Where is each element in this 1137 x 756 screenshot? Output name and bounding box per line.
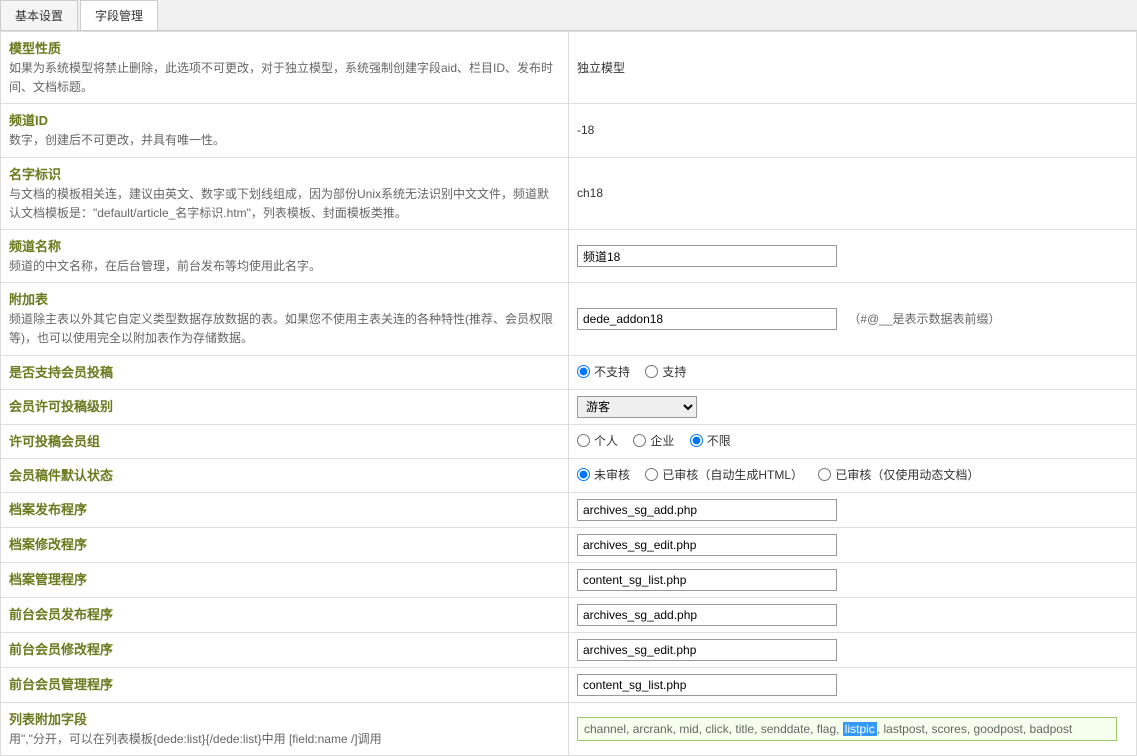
front-edit-title: 前台会员修改程序 — [9, 639, 560, 658]
archive-manage-input[interactable] — [577, 569, 837, 591]
name-id-title: 名字标识 — [9, 164, 560, 183]
group-unlimited-radio[interactable] — [690, 434, 703, 447]
member-post-no-radio[interactable] — [577, 365, 590, 378]
front-add-input[interactable] — [577, 604, 837, 626]
member-post-yes-radio[interactable] — [645, 365, 658, 378]
archive-edit-title: 档案修改程序 — [9, 534, 560, 553]
group-personal[interactable]: 个人 — [577, 432, 618, 449]
channel-name-title: 频道名称 — [9, 236, 560, 255]
group-personal-radio[interactable] — [577, 434, 590, 447]
member-group-title: 许可投稿会员组 — [9, 431, 560, 450]
addon-table-input[interactable] — [577, 308, 837, 330]
addon-table-desc: 频道除主表以外其它自定义类型数据存放数据的表。如果您不使用主表关连的各种特性(推… — [9, 310, 560, 348]
status-dynamic[interactable]: 已审核（仅使用动态文档） — [818, 466, 979, 483]
channel-id-desc: 数字，创建后不可更改，并具有唯一性。 — [9, 131, 560, 150]
group-unlimited[interactable]: 不限 — [690, 432, 731, 449]
name-id-desc: 与文档的模板相关连，建议由英文、数字或下划线组成，因为部份Unix系统无法识别中… — [9, 185, 560, 223]
channel-id-value: -18 — [569, 104, 1137, 157]
front-add-title: 前台会员发布程序 — [9, 604, 560, 623]
list-fields-title: 列表附加字段 — [9, 709, 560, 728]
group-enterprise-radio[interactable] — [633, 434, 646, 447]
tab-basic[interactable]: 基本设置 — [0, 0, 78, 30]
list-fields-desc: 用","分开，可以在列表模板{dede:list}{/dede:list}中用 … — [9, 730, 560, 749]
member-post-no[interactable]: 不支持 — [577, 363, 630, 380]
front-edit-input[interactable] — [577, 639, 837, 661]
archive-manage-title: 档案管理程序 — [9, 569, 560, 588]
tabs-bar: 基本设置 字段管理 — [0, 0, 1137, 31]
front-manage-title: 前台会员管理程序 — [9, 674, 560, 693]
status-html-radio[interactable] — [645, 468, 658, 481]
archive-add-input[interactable] — [577, 499, 837, 521]
group-enterprise[interactable]: 企业 — [633, 432, 674, 449]
list-fields-highlight: listpic — [843, 722, 877, 736]
settings-table: 模型性质 如果为系统模型将禁止删除，此选项不可更改，对于独立模型，系统强制创建字… — [0, 31, 1137, 756]
status-html[interactable]: 已审核（自动生成HTML） — [645, 466, 803, 483]
member-level-title: 会员许可投稿级别 — [9, 396, 560, 415]
front-manage-input[interactable] — [577, 674, 837, 696]
list-fields-box[interactable]: channel, arcrank, mid, click, title, sen… — [577, 717, 1117, 741]
status-unreviewed[interactable]: 未审核 — [577, 466, 630, 483]
model-nature-title: 模型性质 — [9, 38, 560, 57]
model-nature-desc: 如果为系统模型将禁止删除，此选项不可更改，对于独立模型，系统强制创建字段aid、… — [9, 59, 560, 97]
channel-name-input[interactable] — [577, 245, 837, 267]
list-fields-suffix: , lastpost, scores, goodpost, badpost — [877, 722, 1072, 736]
default-status-title: 会员稿件默认状态 — [9, 465, 560, 484]
list-fields-prefix: channel, arcrank, mid, click, title, sen… — [584, 722, 843, 736]
status-dynamic-radio[interactable] — [818, 468, 831, 481]
archive-edit-input[interactable] — [577, 534, 837, 556]
addon-table-title: 附加表 — [9, 289, 560, 308]
member-post-yes[interactable]: 支持 — [645, 363, 686, 380]
channel-name-desc: 频道的中文名称，在后台管理，前台发布等均使用此名字。 — [9, 257, 560, 276]
member-post-title: 是否支持会员投稿 — [9, 362, 560, 381]
tab-fields[interactable]: 字段管理 — [80, 0, 158, 30]
model-nature-value: 独立模型 — [569, 32, 1137, 104]
archive-add-title: 档案发布程序 — [9, 499, 560, 518]
member-level-select[interactable]: 游客 — [577, 396, 697, 418]
channel-id-title: 频道ID — [9, 110, 560, 129]
name-id-value: ch18 — [569, 157, 1137, 229]
status-unreviewed-radio[interactable] — [577, 468, 590, 481]
addon-table-note: （#@__是表示数据表前缀） — [848, 312, 1000, 326]
